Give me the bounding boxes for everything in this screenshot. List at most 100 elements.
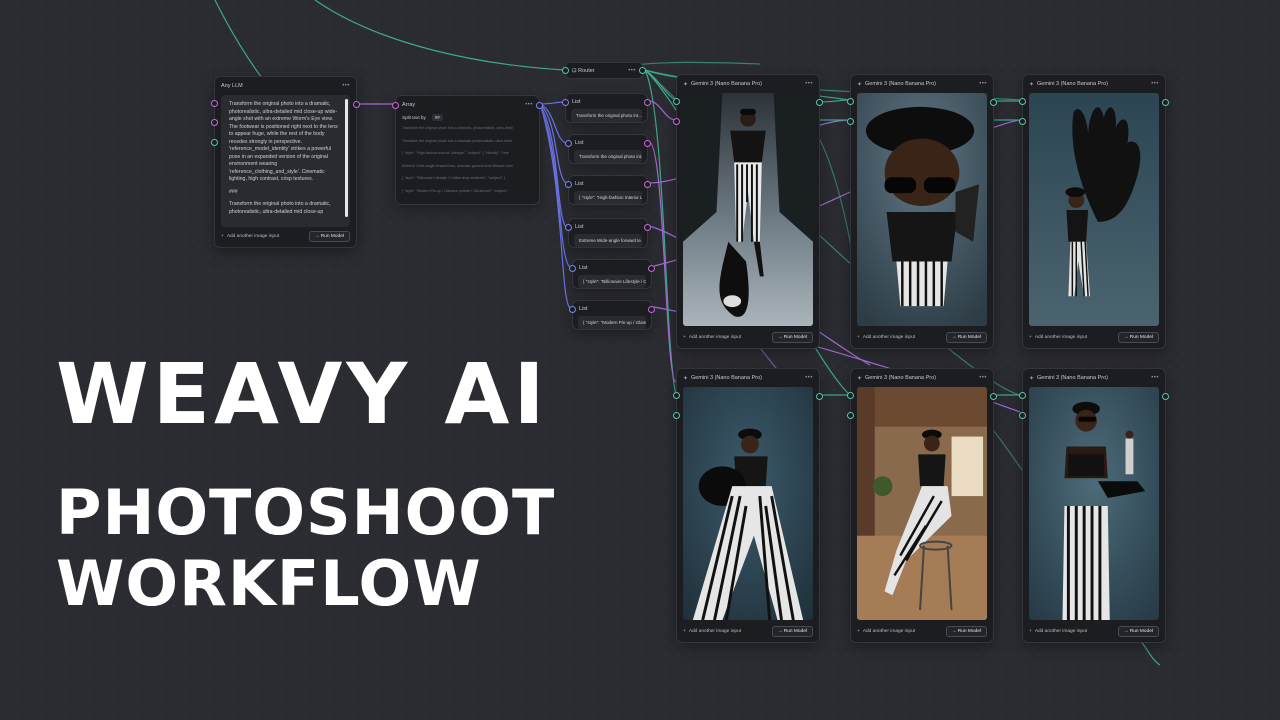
run-model-button[interactable]: → Run Model [945,331,987,343]
plus-icon: + [857,334,860,340]
headline-line-2: PHOTOSHOOT [56,476,556,549]
output-port[interactable] [1162,99,1169,106]
add-image-input-button[interactable]: + Add another image input [1029,629,1087,634]
add-image-input-button[interactable]: + Add another image input [857,335,915,340]
more-horizontal-icon[interactable]: ••• [1151,81,1159,87]
model-node[interactable]: ✦ Gemini 3 (Nano Banana Pro) ••• + Add ano… [1019,74,1169,349]
more-horizontal-icon[interactable]: ••• [342,83,350,89]
input-port[interactable] [565,140,572,147]
run-model-button[interactable]: → Run Model [771,625,813,637]
split-separator-input[interactable]: ## [431,114,443,121]
prompt-textarea[interactable]: Transform the original photo into a dram… [221,95,350,227]
input-port[interactable] [1019,118,1026,125]
sparkle-icon: ✦ [1029,81,1035,88]
add-image-input-button[interactable]: + Add another image input [683,629,741,634]
output-port[interactable] [644,140,651,147]
output-port[interactable] [639,67,646,74]
generated-image[interactable] [1029,387,1159,620]
input-port[interactable] [565,224,572,231]
input-port[interactable] [1019,392,1026,399]
output-port[interactable] [1162,393,1169,400]
model-node[interactable]: ✦ Gemini 3 (Nano Banana Pro) ••• + Add a… [847,368,997,643]
input-port[interactable] [1019,98,1026,105]
model-node[interactable]: ✦ Gemini 3 (Nano Banana Pro) ••• + Add ano… [673,368,823,643]
more-horizontal-icon[interactable]: ••• [979,81,987,87]
input-port[interactable] [569,265,576,272]
run-model-button[interactable]: → Run Model [1117,625,1159,637]
list-node[interactable]: List Transform the original photo int... [562,93,651,123]
generated-image[interactable] [683,387,813,620]
input-port[interactable] [673,98,680,105]
array-node[interactable]: Array ••• Split text by ## Transform the… [392,95,543,205]
textarea-scrollbar[interactable] [345,99,348,217]
output-port[interactable] [990,99,997,106]
list-node[interactable]: List { "style": "Modern Pin-up / Glam... [569,300,655,330]
prompt-paragraph: Transform the original photo into a dram… [229,201,331,215]
list-node[interactable]: List { "style": "High-fashion Interior L… [565,175,651,205]
split-label: Split text by [402,115,426,120]
output-port[interactable] [816,393,823,400]
array-item: { "style": "Modern Pin-up / Glamour port… [402,188,509,193]
output-port[interactable] [816,99,823,106]
llm-node[interactable]: Any LLM ••• Transform the original photo… [211,76,360,248]
input-port[interactable] [847,392,854,399]
output-port[interactable] [644,181,651,188]
add-image-input-button[interactable]: + Add another image input [683,335,741,340]
add-image-input-button[interactable]: + Add another image input [221,234,279,239]
run-model-button[interactable]: → Run Model [308,230,350,242]
input-port[interactable] [673,118,680,125]
output-port[interactable] [536,102,543,109]
generated-image[interactable] [857,387,987,620]
input-port[interactable] [211,119,218,126]
plus-icon: + [1029,334,1032,340]
input-port[interactable] [673,392,680,399]
generated-image[interactable] [857,93,987,326]
list-node[interactable]: List { "style": "Billionaire Lifestyle /… [569,259,655,289]
router-node[interactable]: ⊡ Router ••• [562,62,646,79]
output-port[interactable] [648,306,655,313]
input-port[interactable] [1019,412,1026,419]
run-model-button[interactable]: → Run Model [1117,331,1159,343]
generated-image[interactable] [683,93,813,326]
input-port[interactable] [847,98,854,105]
more-horizontal-icon[interactable]: ••• [805,81,813,87]
list-title: List [579,264,588,271]
model-node[interactable]: ✦ Gemini 3 (Nano Banana Pro) ••• + Add ano… [847,74,997,349]
input-port[interactable] [569,306,576,313]
more-horizontal-icon[interactable]: ••• [628,68,636,74]
more-horizontal-icon[interactable]: ••• [805,375,813,381]
input-port[interactable] [562,99,569,106]
output-port[interactable] [644,224,651,231]
list-node[interactable]: List Extreme Wide-angle forward le... [565,218,651,248]
input-port[interactable] [562,67,569,74]
array-item: Transform the original photo into a dram… [402,138,512,143]
input-port[interactable] [211,100,218,107]
list-node[interactable]: List Transform the original photo int... [565,134,651,164]
output-port[interactable] [353,101,360,108]
output-port[interactable] [990,393,997,400]
input-port[interactable] [565,181,572,188]
plus-icon: + [1029,628,1032,634]
run-model-button[interactable]: → Run Model [771,331,813,343]
output-port[interactable] [644,99,651,106]
add-image-input-button[interactable]: + Add another image input [857,629,915,634]
input-port[interactable] [392,102,399,109]
input-port[interactable] [211,139,218,146]
model-node[interactable]: ✦ Gemini 3 (Nano Banana Pro) ••• + Add ano… [1019,368,1169,643]
list-item-text: Extreme Wide-angle forward le... [574,234,642,247]
run-model-button[interactable]: → Run Model [945,625,987,637]
add-image-input-button[interactable]: + Add another image input [1029,335,1087,340]
plus-icon: + [683,334,686,340]
input-port[interactable] [847,412,854,419]
more-horizontal-icon[interactable]: ••• [525,102,533,108]
input-port[interactable] [847,118,854,125]
generated-image[interactable] [1029,93,1159,326]
input-port[interactable] [673,412,680,419]
model-node[interactable]: ✦ Gemini 3 (Nano Banana Pro) ••• + Add ano… [673,74,823,349]
more-horizontal-icon[interactable]: ••• [979,375,987,381]
workflow-canvas[interactable]: Any LLM ••• Transform the original photo… [0,0,1280,720]
sparkle-icon: ✦ [857,81,863,88]
output-port[interactable] [648,265,655,272]
more-horizontal-icon[interactable]: ••• [1151,375,1159,381]
list-item-text: Transform the original photo int... [574,150,642,163]
